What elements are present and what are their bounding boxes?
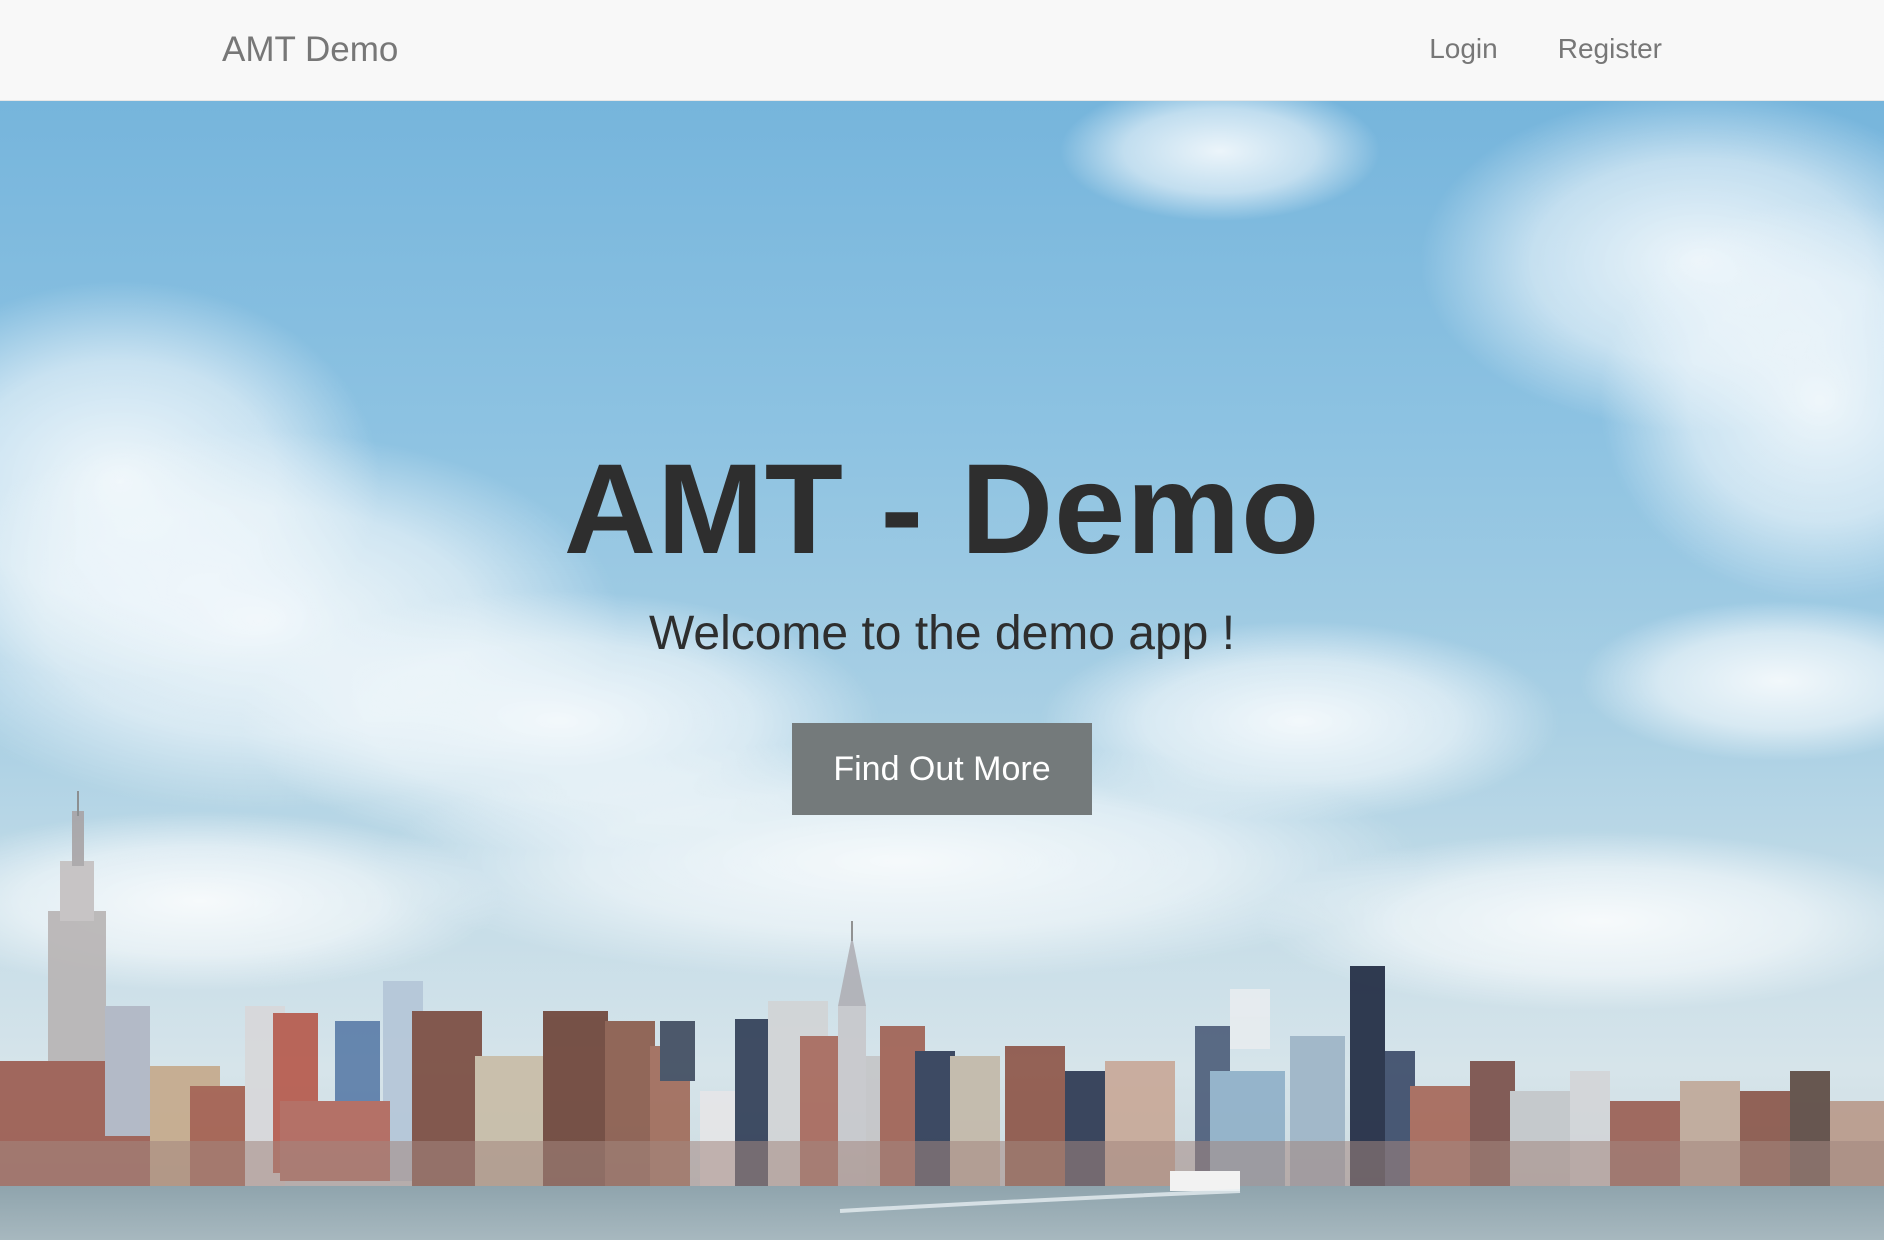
register-link[interactable]: Register (1558, 33, 1662, 65)
nav-links: Login Register (1429, 33, 1662, 65)
navbar: AMT Demo Login Register (0, 0, 1884, 101)
find-out-more-button[interactable]: Find Out More (792, 723, 1092, 815)
hero-subtitle: Welcome to the demo app ! (648, 607, 1236, 660)
hero-section: AMT - Demo Welcome to the demo app ! Fin… (0, 101, 1884, 1240)
login-link[interactable]: Login (1429, 33, 1498, 65)
hero-content: AMT - Demo Welcome to the demo app ! Fin… (0, 101, 1884, 1240)
hero-title: AMT - Demo (563, 438, 1321, 581)
brand-link[interactable]: AMT Demo (222, 30, 398, 70)
